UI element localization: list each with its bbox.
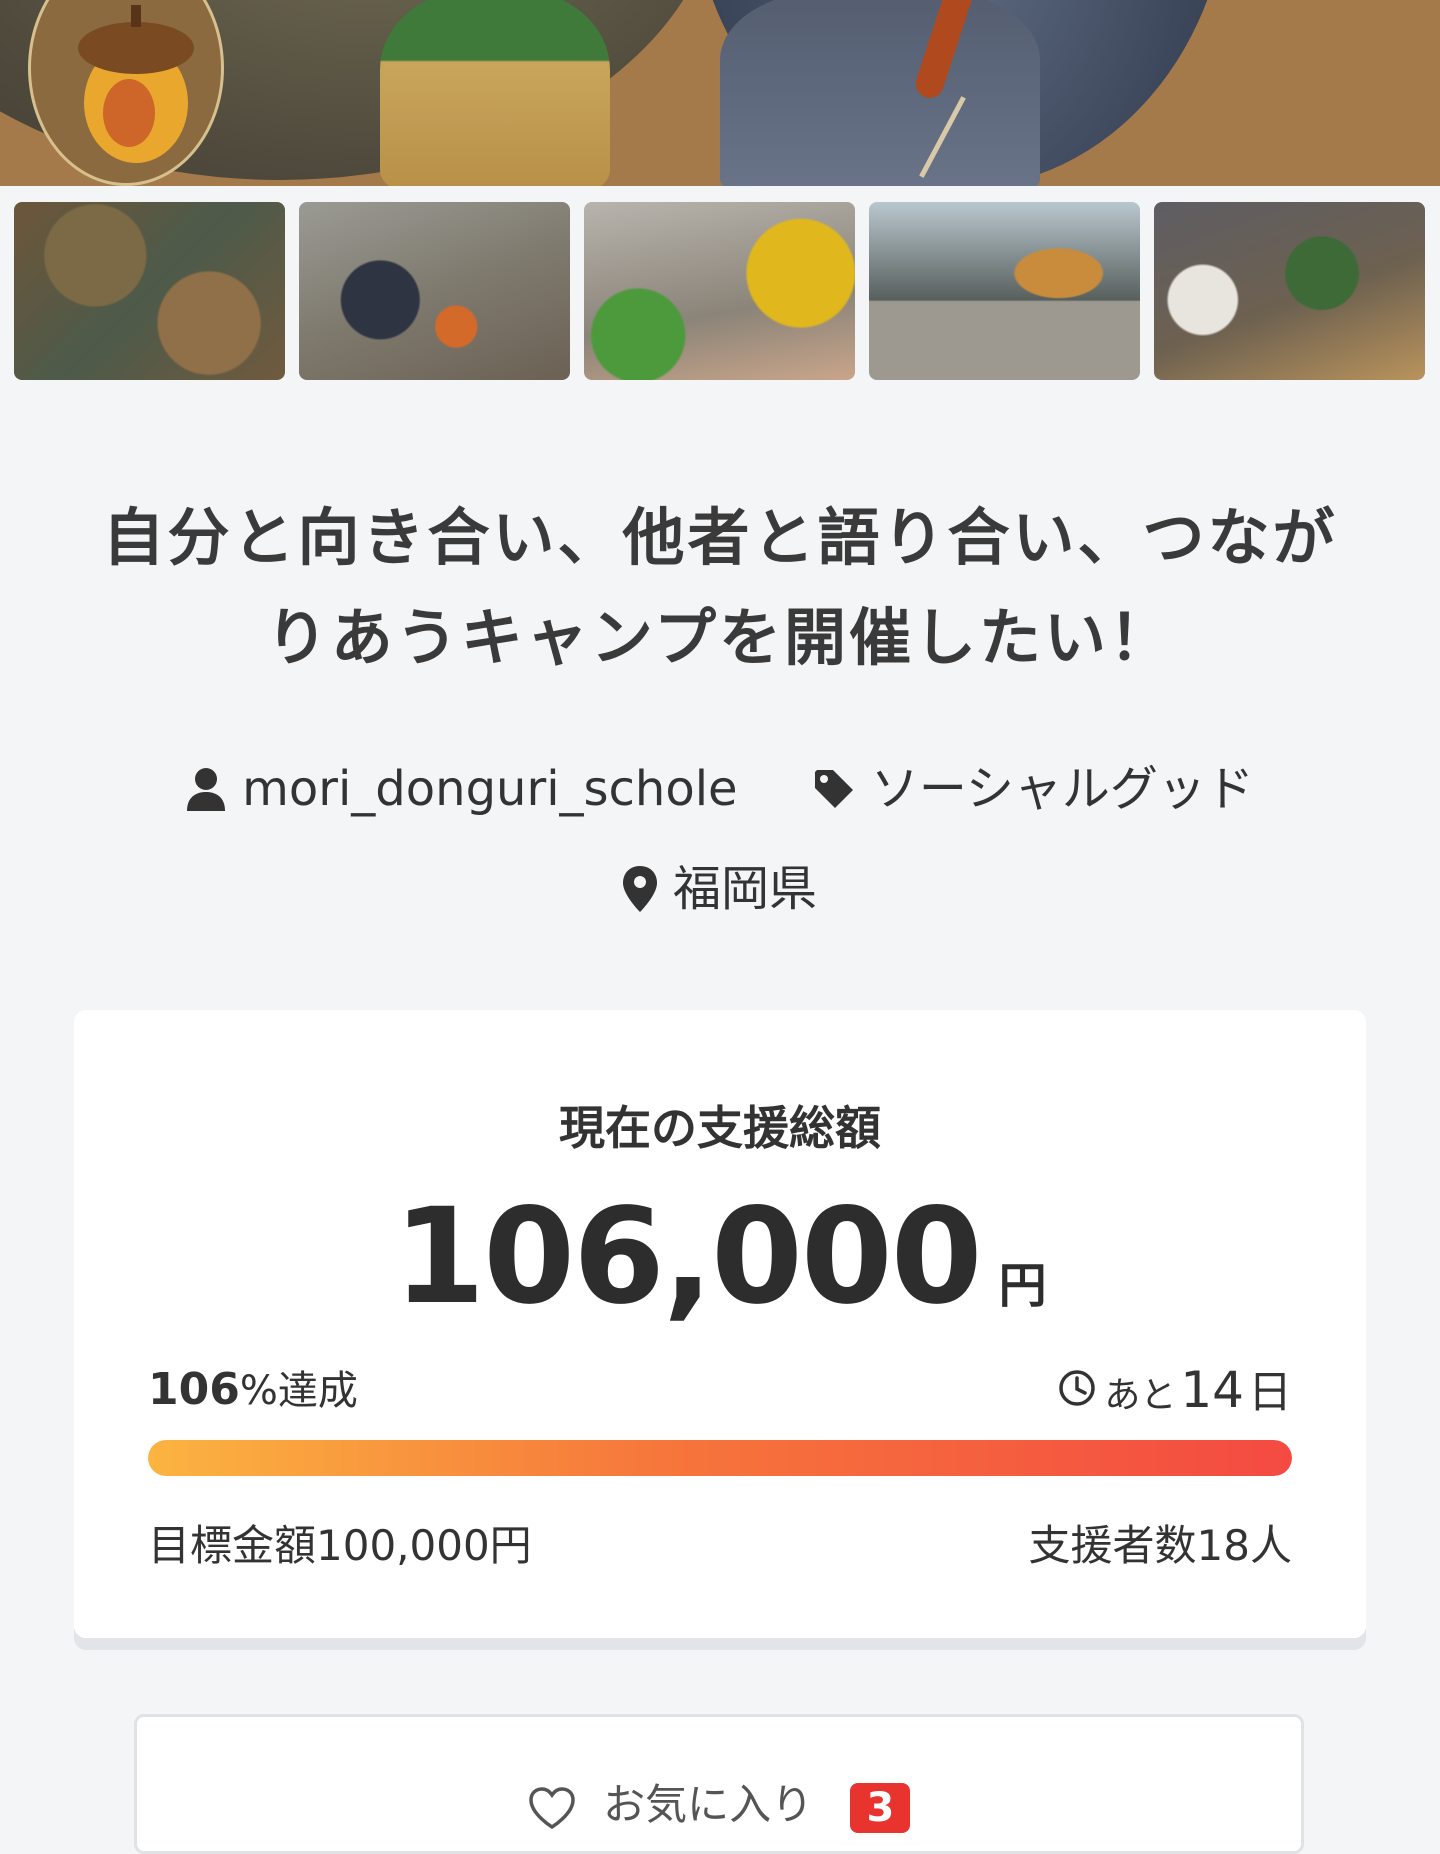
favorite-button-content: お気に入り 3 bbox=[137, 1771, 1301, 1833]
thumbnail[interactable] bbox=[584, 202, 855, 380]
amount-unit: 円 bbox=[998, 1258, 1047, 1314]
project-meta: mori_donguri_schole ソーシャルグッド bbox=[0, 756, 1440, 819]
acorn-logo bbox=[28, 0, 224, 186]
funding-amount: 106,000 円 bbox=[74, 1180, 1366, 1334]
achievement-rate: 106%達成 bbox=[148, 1358, 358, 1416]
hero-child-right bbox=[720, 0, 1040, 186]
category-name: ソーシャルグッド bbox=[870, 761, 1254, 817]
funding-progress-fill bbox=[148, 1440, 1292, 1476]
remaining-unit: 日 bbox=[1248, 1367, 1292, 1418]
thumbnail[interactable] bbox=[1154, 202, 1425, 380]
owner-link[interactable]: mori_donguri_schole bbox=[186, 759, 738, 819]
backer-count: 支援者数18人 bbox=[1028, 1521, 1292, 1570]
favorite-label: お気に入り bbox=[603, 1780, 814, 1829]
funding-heading: 現在の支援総額 bbox=[559, 1101, 881, 1155]
favorite-button[interactable]: お気に入り 3 bbox=[134, 1714, 1304, 1854]
remaining-time: あと 14 日 bbox=[1058, 1356, 1292, 1420]
location-link[interactable]: 福岡県 bbox=[622, 859, 817, 919]
thumbnail[interactable] bbox=[14, 202, 285, 380]
hero-image[interactable] bbox=[0, 0, 1440, 186]
funding-progress-bar bbox=[148, 1440, 1292, 1476]
thumbnail[interactable] bbox=[299, 202, 570, 380]
project-title: 自分と向き合い、他者と語り合い、つながりあうキャンプを開催したい！ bbox=[102, 501, 1338, 674]
map-pin-icon bbox=[622, 866, 657, 912]
amount-value: 106,000 bbox=[393, 1180, 982, 1334]
funding-summary-card: 現在の支援総額 106,000 円 106%達成 あと 14 日 目標金額100,… bbox=[74, 1010, 1366, 1638]
user-icon bbox=[187, 768, 226, 811]
clock-icon bbox=[1059, 1370, 1096, 1406]
goal-amount: 目標金額100,000円 bbox=[148, 1521, 532, 1570]
thumbnail[interactable] bbox=[869, 202, 1140, 380]
heart-icon bbox=[528, 1786, 575, 1829]
tag-icon bbox=[814, 770, 853, 808]
project-location-row: 福岡県 bbox=[0, 856, 1440, 919]
thumbnail-gallery bbox=[14, 202, 1426, 382]
achievement-percent: 106 bbox=[148, 1364, 240, 1415]
hero-child-left bbox=[380, 0, 610, 186]
category-link[interactable]: ソーシャルグッド bbox=[813, 759, 1254, 819]
favorite-count-badge: 3 bbox=[850, 1782, 911, 1833]
location-name: 福岡県 bbox=[672, 861, 817, 917]
remaining-days: 14 bbox=[1180, 1361, 1244, 1419]
owner-name: mori_donguri_schole bbox=[242, 761, 738, 817]
achievement-label: %達成 bbox=[239, 1368, 358, 1414]
remaining-prefix: あと bbox=[1104, 1375, 1177, 1416]
